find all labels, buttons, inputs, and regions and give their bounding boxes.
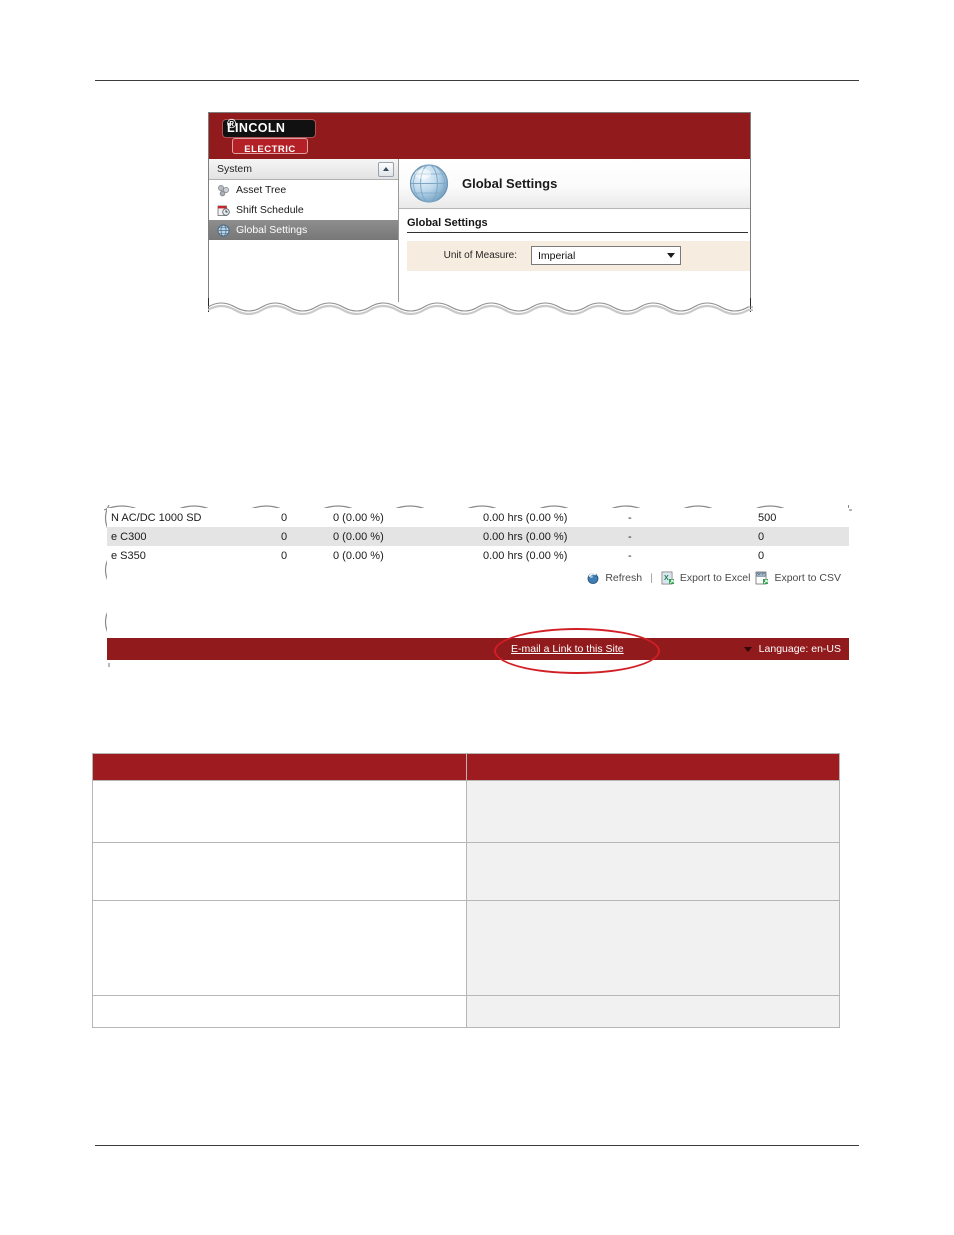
cell-right xyxy=(466,995,840,1028)
cell-hours: 0.00 hrs (0.00 %) xyxy=(483,511,568,524)
bottom-reference-table xyxy=(92,753,840,1028)
cell-left xyxy=(92,780,467,843)
cell-count: 0 xyxy=(281,549,288,562)
table-row xyxy=(92,842,840,901)
header-cell-right xyxy=(466,753,840,781)
table-row[interactable]: e C300 0 0 (0.00 %) 0.00 hrs (0.00 %) - … xyxy=(107,527,849,546)
cell-right xyxy=(466,900,840,996)
unit-of-measure-field: Unit of Measure: Imperial xyxy=(407,241,750,271)
sidebar-group-label: System xyxy=(217,163,253,175)
sidebar: System Asset Tree Shift Schedule Global … xyxy=(209,159,399,302)
shift-schedule-icon xyxy=(217,204,230,217)
cell-right xyxy=(466,842,840,901)
unit-of-measure-label: Unit of Measure: xyxy=(443,250,517,261)
logo-lincoln-block: LINCOLN ® xyxy=(223,117,315,137)
language-selector[interactable]: Language: en-US xyxy=(743,643,841,655)
section-title: Global Settings xyxy=(407,217,748,233)
header-cell-left xyxy=(92,753,467,781)
svg-text:X: X xyxy=(664,575,669,582)
chevron-up-icon[interactable] xyxy=(378,161,394,177)
cell-count: 0 xyxy=(281,530,288,543)
cell-right xyxy=(466,780,840,843)
excel-icon[interactable]: X xyxy=(661,571,675,585)
table-row[interactable]: N AC/DC 1000 SD 0 0 (0.00 %) 0.00 hrs (0… xyxy=(107,508,849,527)
cell-left xyxy=(92,900,467,996)
csv-label[interactable]: Export to CSV xyxy=(774,572,841,584)
chevron-down-icon xyxy=(667,253,675,258)
cell-dash: - xyxy=(628,549,632,562)
lincoln-electric-logo: LINCOLN ® ELECTRIC xyxy=(223,117,315,155)
excel-label[interactable]: Export to Excel xyxy=(680,572,751,584)
svg-text:CSV: CSV xyxy=(758,572,767,577)
unit-of-measure-select[interactable]: Imperial xyxy=(531,246,681,265)
cell-name: e C300 xyxy=(111,530,147,543)
sidebar-item-label: Asset Tree xyxy=(236,184,287,196)
page-footer-rule xyxy=(95,1145,859,1146)
cell-percent: 0 (0.00 %) xyxy=(333,549,384,562)
globe-icon xyxy=(217,223,230,237)
table-header-row xyxy=(92,753,840,781)
sidebar-item-shift-schedule[interactable]: Shift Schedule xyxy=(209,200,398,220)
globe-icon xyxy=(406,161,452,207)
table-toolbar: Refresh | X Export to Excel CSV Export t… xyxy=(107,565,849,585)
cell-hours: 0.00 hrs (0.00 %) xyxy=(483,530,568,543)
content-pane: Global Settings Global Settings Unit of … xyxy=(399,159,750,302)
data-table: N AC/DC 1000 SD 0 0 (0.00 %) 0.00 hrs (0… xyxy=(107,508,849,565)
cell-dash: - xyxy=(628,530,632,543)
cell-last: 500 xyxy=(758,511,777,524)
refresh-icon[interactable] xyxy=(586,571,600,585)
csv-icon[interactable]: CSV xyxy=(755,571,769,585)
unit-of-measure-value: Imperial xyxy=(538,249,576,262)
cell-count: 0 xyxy=(281,511,288,524)
cell-percent: 0 (0.00 %) xyxy=(333,530,384,543)
sidebar-item-asset-tree[interactable]: Asset Tree xyxy=(209,180,398,200)
global-settings-section: Global Settings Unit of Measure: Imperia… xyxy=(399,209,750,271)
table-row xyxy=(92,900,840,996)
logo-electric-text: ELECTRIC xyxy=(244,144,296,155)
content-header: Global Settings xyxy=(399,159,750,209)
page-header-rule xyxy=(95,80,859,81)
language-label: Language: en-US xyxy=(758,643,841,655)
cell-dash: - xyxy=(628,511,632,524)
app-header-bar: LINCOLN ® ELECTRIC xyxy=(209,113,750,159)
cell-hours: 0.00 hrs (0.00 %) xyxy=(483,549,568,562)
toolbar-separator: | xyxy=(650,572,653,584)
figure1-torn-edge xyxy=(208,299,753,323)
page-title: Global Settings xyxy=(462,176,558,191)
sidebar-item-label: Shift Schedule xyxy=(236,204,304,216)
chevron-down-icon xyxy=(743,646,752,652)
app-body: System Asset Tree Shift Schedule Global … xyxy=(209,159,750,302)
refresh-label[interactable]: Refresh xyxy=(605,572,642,584)
cell-left xyxy=(92,995,467,1028)
cell-last: 0 xyxy=(758,549,765,562)
cell-last: 0 xyxy=(758,530,765,543)
cell-left xyxy=(92,842,467,901)
logo-registered-icon: ® xyxy=(227,117,237,131)
asset-tree-icon xyxy=(217,184,230,197)
logo-electric-block: ELECTRIC xyxy=(232,138,308,155)
app-footer-bar: E-mail a Link to this Site Language: en-… xyxy=(107,638,849,660)
table-row xyxy=(92,780,840,843)
sidebar-item-global-settings[interactable]: Global Settings xyxy=(209,220,398,240)
email-link-to-site-link[interactable]: E-mail a Link to this Site xyxy=(511,643,624,655)
cell-name: e S350 xyxy=(111,549,146,562)
sidebar-item-label: Global Settings xyxy=(236,224,308,236)
sidebar-group-system[interactable]: System xyxy=(209,159,398,180)
figure-global-settings-screenshot: LINCOLN ® ELECTRIC System Asset Tree Shi… xyxy=(208,112,751,302)
table-row xyxy=(92,995,840,1028)
cell-percent: 0 (0.00 %) xyxy=(333,511,384,524)
table-row[interactable]: e S350 0 0 (0.00 %) 0.00 hrs (0.00 %) - … xyxy=(107,546,849,565)
cell-name: N AC/DC 1000 SD xyxy=(111,511,202,524)
